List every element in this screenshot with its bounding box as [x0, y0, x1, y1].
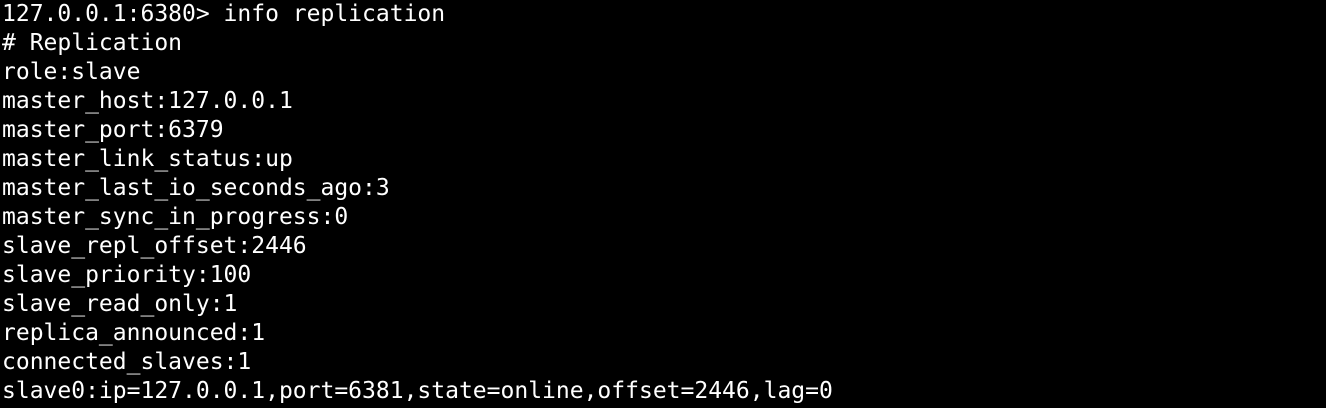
section-header-line: # Replication — [2, 30, 183, 56]
output-line-replica-announced: replica_announced:1 — [2, 320, 266, 346]
output-line-slave-read-only: slave_read_only:1 — [2, 291, 238, 317]
output-line-master-link-status: master_link_status:up — [2, 146, 293, 172]
command-prompt-line: 127.0.0.1:6380> info replication — [2, 1, 446, 27]
output-line-slave-priority: slave_priority:100 — [2, 262, 252, 288]
output-line-master-port: master_port:6379 — [2, 117, 224, 143]
output-line-master-last-io: master_last_io_seconds_ago:3 — [2, 175, 390, 201]
output-line-connected-slaves: connected_slaves:1 — [2, 349, 252, 375]
output-line-master-sync: master_sync_in_progress:0 — [2, 204, 349, 230]
output-line-slave-repl-offset: slave_repl_offset:2446 — [2, 233, 307, 259]
terminal-window[interactable]: 127.0.0.1:6380> info replication # Repli… — [2, 0, 1324, 408]
output-line-slave0: slave0:ip=127.0.0.1,port=6381,state=onli… — [2, 378, 833, 404]
output-line-role: role:slave — [2, 59, 141, 85]
output-line-master-host: master_host:127.0.0.1 — [2, 88, 293, 114]
